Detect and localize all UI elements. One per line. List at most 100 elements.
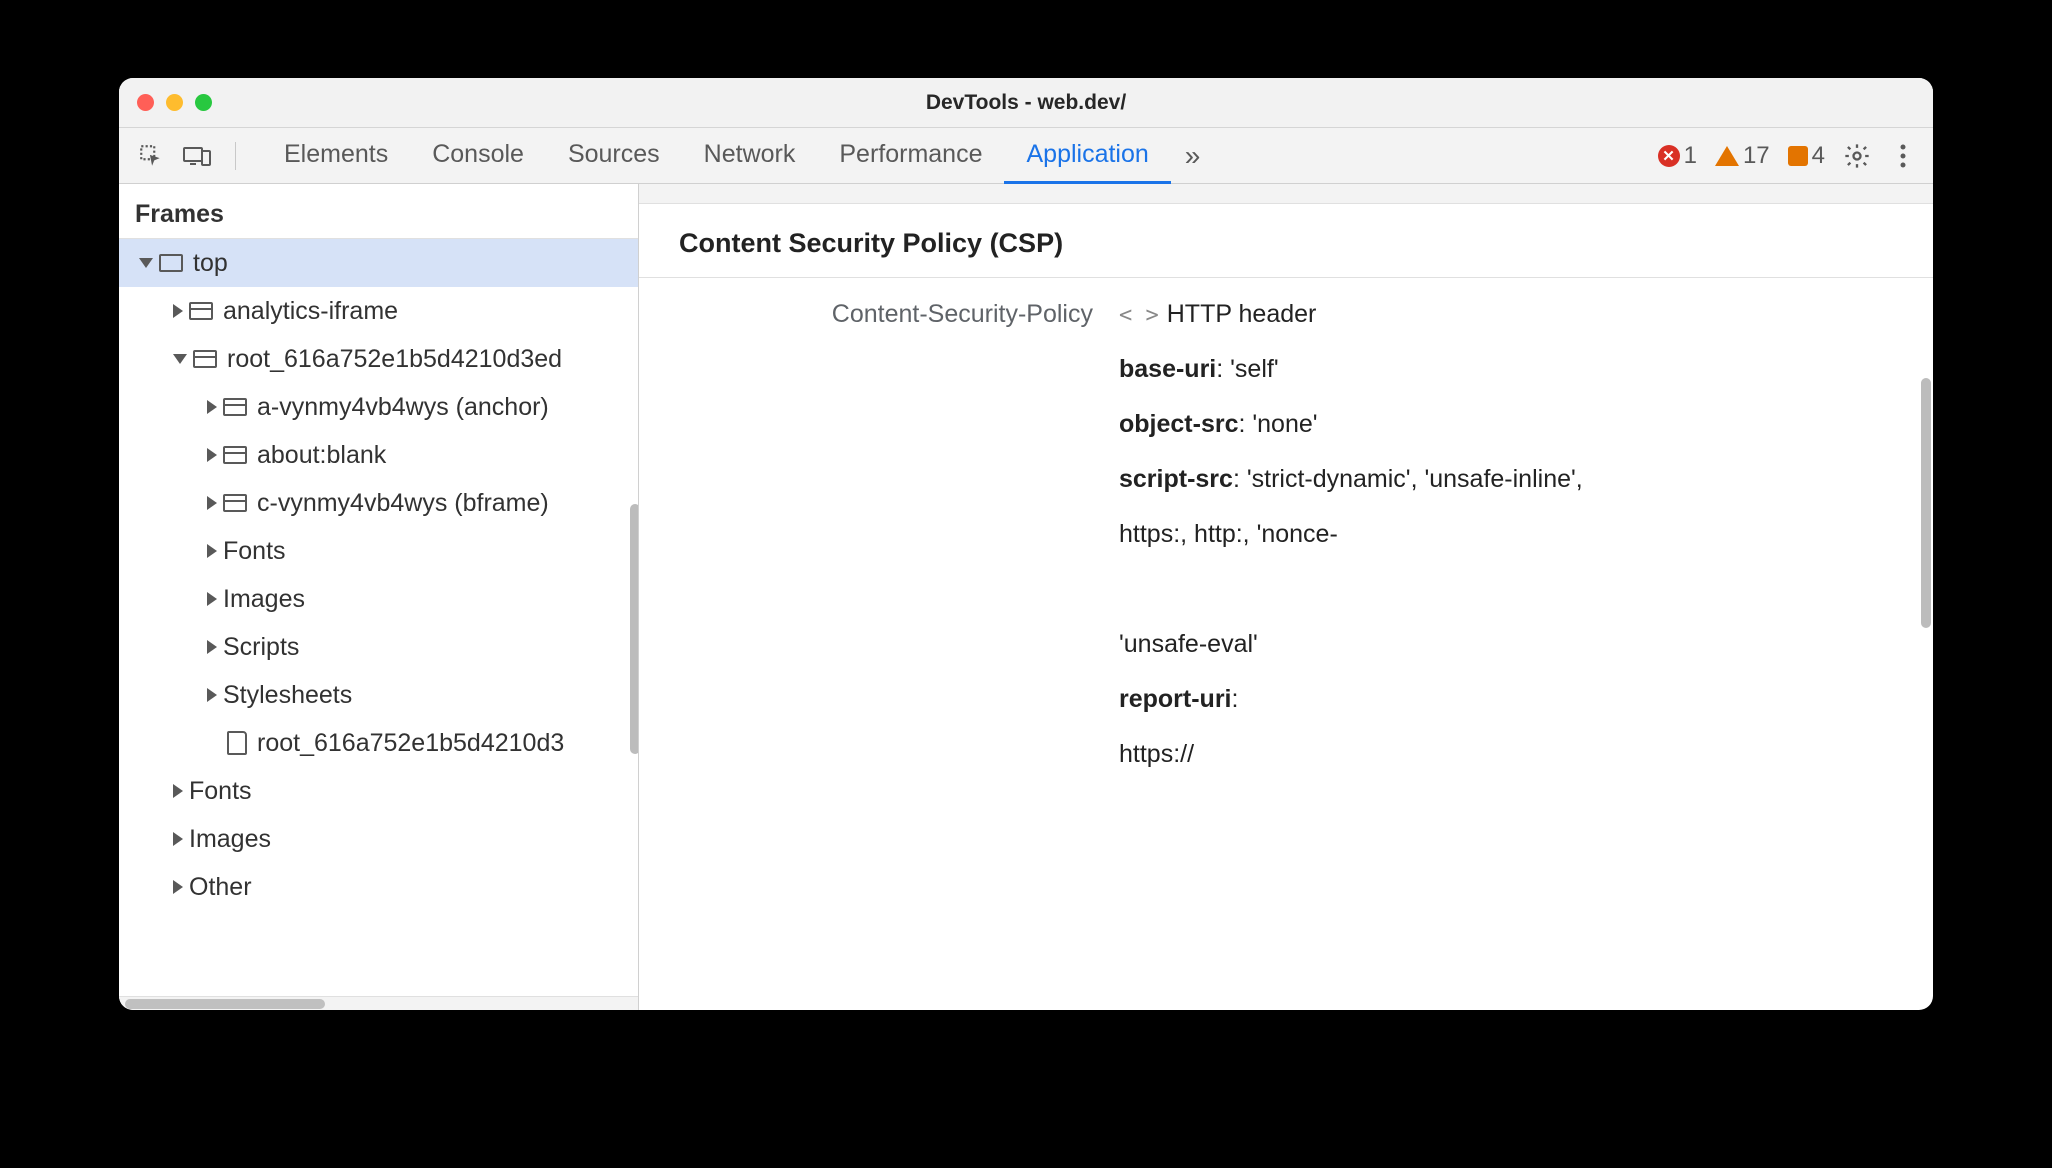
- tree-item-label: root_616a752e1b5d4210d3: [257, 729, 564, 758]
- frames-sidebar: Frames top analytics-iframe root_616a752e1…: [119, 184, 639, 1010]
- iframe-icon: [223, 494, 247, 512]
- h-scroll-thumb[interactable]: [125, 999, 325, 1009]
- issue-icon: [1788, 146, 1808, 166]
- disclosure-triangle-icon[interactable]: [207, 592, 217, 606]
- sidebar-header: Frames: [119, 184, 638, 239]
- csp-directive: https:, http:, 'nonce-: [1119, 520, 1893, 549]
- directive-value: : 'self': [1216, 355, 1278, 383]
- iframe-icon: [223, 398, 247, 416]
- directive-value: https://: [1119, 740, 1194, 768]
- tree-item[interactable]: Images: [119, 815, 638, 863]
- tab-network[interactable]: Network: [682, 128, 818, 184]
- directive-name: base-uri: [1119, 355, 1216, 383]
- disclosure-triangle-icon[interactable]: [139, 258, 153, 268]
- directive-value: https:, http:, 'nonce-: [1119, 520, 1338, 548]
- directive-label-spacer: [679, 410, 1119, 439]
- content-area: Frames top analytics-iframe root_616a752e1…: [119, 184, 1933, 1010]
- directive-value: : 'strict-dynamic', 'unsafe-inline',: [1233, 465, 1583, 493]
- disclosure-triangle-icon[interactable]: [173, 832, 183, 846]
- tree-item[interactable]: Images: [119, 575, 638, 623]
- devtools-toolbar: ElementsConsoleSourcesNetworkPerformance…: [119, 128, 1933, 184]
- directive-label-spacer: [679, 630, 1119, 659]
- warnings-counter[interactable]: 17: [1715, 142, 1770, 170]
- warnings-count: 17: [1743, 142, 1770, 170]
- devtools-window: DevTools - web.dev/ ElementsConsoleSourc…: [119, 78, 1933, 1010]
- errors-count: 1: [1684, 142, 1697, 170]
- disclosure-triangle-icon[interactable]: [207, 400, 217, 414]
- tab-application[interactable]: Application: [1004, 128, 1170, 184]
- tree-item[interactable]: analytics-iframe: [119, 287, 638, 335]
- frames-tree: top analytics-iframe root_616a752e1b5d4210…: [119, 239, 638, 996]
- directive-name: object-src: [1119, 410, 1238, 438]
- disclosure-triangle-icon[interactable]: [173, 304, 183, 318]
- sidebar-h-scrollbar[interactable]: [119, 996, 638, 1010]
- settings-button[interactable]: [1843, 142, 1871, 170]
- csp-directive-row: 'unsafe-eval': [679, 630, 1893, 659]
- disclosure-triangle-icon[interactable]: [207, 640, 217, 654]
- csp-directive: base-uri: 'self': [1119, 355, 1893, 384]
- directive-name: report-uri: [1119, 685, 1232, 713]
- sidebar-resize-handle[interactable]: [630, 504, 639, 754]
- iframe-icon: [189, 302, 213, 320]
- tree-item-label: Other: [189, 873, 252, 902]
- csp-section-header: Content Security Policy (CSP): [639, 204, 1933, 278]
- tree-item-label: a-vynmy4vb4wys (anchor): [257, 393, 549, 422]
- directive-value: : 'none': [1238, 410, 1317, 438]
- disclosure-triangle-icon[interactable]: [207, 448, 217, 462]
- tree-item[interactable]: root_616a752e1b5d4210d3ed: [119, 335, 638, 383]
- tree-item[interactable]: about:blank: [119, 431, 638, 479]
- tree-item-label: about:blank: [257, 441, 386, 470]
- disclosure-triangle-icon[interactable]: [173, 880, 183, 894]
- tab-sources[interactable]: Sources: [546, 128, 682, 184]
- csp-directive: script-src: 'strict-dynamic', 'unsafe-in…: [1119, 465, 1893, 494]
- directive-value: 'unsafe-eval': [1119, 630, 1258, 658]
- tree-item[interactable]: Fonts: [119, 767, 638, 815]
- more-tabs-button[interactable]: »: [1185, 140, 1197, 172]
- tree-item-label: c-vynmy4vb4wys (bframe): [257, 489, 549, 518]
- device-toolbar-icon[interactable]: [181, 140, 213, 172]
- tree-item[interactable]: c-vynmy4vb4wys (bframe): [119, 479, 638, 527]
- directive-value: :: [1232, 685, 1239, 713]
- code-icon: < >: [1119, 303, 1159, 328]
- iframe-icon: [193, 350, 217, 368]
- tab-elements[interactable]: Elements: [262, 128, 410, 184]
- document-icon: [227, 731, 247, 755]
- directive-label-spacer: [679, 575, 1119, 604]
- tree-item[interactable]: Stylesheets: [119, 671, 638, 719]
- disclosure-triangle-icon[interactable]: [207, 496, 217, 510]
- tab-performance[interactable]: Performance: [817, 128, 1004, 184]
- errors-counter[interactable]: ✕ 1: [1658, 142, 1697, 170]
- issues-counter[interactable]: 4: [1788, 142, 1825, 170]
- tree-item-label: top: [193, 249, 228, 278]
- csp-directive: [1119, 575, 1893, 604]
- directive-label-spacer: [679, 740, 1119, 769]
- disclosure-triangle-icon[interactable]: [207, 688, 217, 702]
- csp-directive-row: [679, 575, 1893, 604]
- details-v-scrollbar[interactable]: [1921, 378, 1931, 628]
- iframe-icon: [223, 446, 247, 464]
- tab-console[interactable]: Console: [410, 128, 546, 184]
- tree-item[interactable]: top: [119, 239, 638, 287]
- disclosure-triangle-icon[interactable]: [207, 544, 217, 558]
- csp-directive-row: report-uri:: [679, 685, 1893, 714]
- tree-item[interactable]: Other: [119, 863, 638, 911]
- more-options-button[interactable]: [1889, 142, 1917, 170]
- csp-directive: 'unsafe-eval': [1119, 630, 1893, 659]
- tree-item[interactable]: a-vynmy4vb4wys (anchor): [119, 383, 638, 431]
- csp-directive-row: object-src: 'none': [679, 410, 1893, 439]
- csp-details: Content-Security-Policy < >HTTP header b…: [639, 278, 1933, 1010]
- issues-count: 4: [1812, 142, 1825, 170]
- inspect-element-icon[interactable]: [135, 140, 167, 172]
- main-panel: Content Security Policy (CSP) Content-Se…: [639, 184, 1933, 1010]
- tree-item[interactable]: Fonts: [119, 527, 638, 575]
- csp-directive: https://: [1119, 740, 1893, 769]
- directive-value: [1119, 575, 1126, 603]
- disclosure-triangle-icon[interactable]: [173, 354, 187, 364]
- tree-item[interactable]: root_616a752e1b5d4210d3: [119, 719, 638, 767]
- directive-label-spacer: [679, 685, 1119, 714]
- tree-item-label: analytics-iframe: [223, 297, 398, 326]
- tree-item-label: Images: [189, 825, 271, 854]
- tree-item-label: Fonts: [189, 777, 252, 806]
- disclosure-triangle-icon[interactable]: [173, 784, 183, 798]
- tree-item[interactable]: Scripts: [119, 623, 638, 671]
